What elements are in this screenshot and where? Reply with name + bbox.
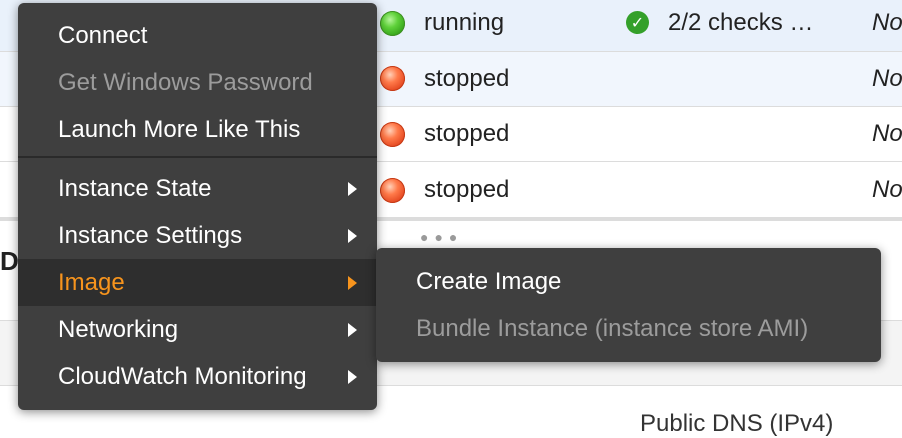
menu-item-label: Image	[58, 269, 125, 296]
monitoring-cell: No	[872, 176, 902, 203]
menu-item-label: Launch More Like This	[58, 116, 301, 143]
monitoring-cell: No	[872, 9, 902, 36]
menu-separator	[18, 156, 377, 158]
menu-item-create-image[interactable]: Create Image	[376, 258, 881, 305]
menu-item-label: Instance Settings	[58, 222, 243, 249]
menu-item-label: Get Windows Password	[58, 69, 313, 96]
instance-state: running	[424, 9, 505, 36]
chevron-right-icon	[348, 182, 357, 196]
menu-item-label: CloudWatch Monitoring	[58, 363, 307, 390]
status-checks: 2/2 checks …	[668, 9, 814, 36]
menu-item-get-windows-password: Get Windows Password	[18, 59, 377, 106]
menu-item-launch-more-like-this[interactable]: Launch More Like This	[18, 106, 377, 153]
context-menu: Connect Get Windows Password Launch More…	[18, 3, 377, 410]
menu-item-instance-settings[interactable]: Instance Settings	[18, 212, 377, 259]
image-submenu: Create Image Bundle Instance (instance s…	[376, 248, 881, 362]
stopped-status-icon	[380, 66, 405, 91]
stopped-status-icon	[380, 178, 405, 203]
check-circle-icon: ✓	[626, 11, 649, 34]
instance-state: stopped	[424, 120, 510, 147]
chevron-right-icon	[348, 323, 357, 337]
monitoring-cell: No	[872, 65, 902, 92]
menu-item-cloudwatch-monitoring[interactable]: CloudWatch Monitoring	[18, 353, 377, 400]
menu-item-image[interactable]: Image	[18, 259, 377, 306]
menu-item-label: Networking	[58, 316, 179, 343]
menu-item-bundle-instance: Bundle Instance (instance store AMI)	[376, 305, 881, 352]
menu-item-label: Bundle Instance (instance store AMI)	[416, 315, 809, 342]
stopped-status-icon	[380, 122, 405, 147]
instance-state: stopped	[424, 176, 510, 203]
running-status-icon	[380, 11, 405, 36]
instance-state: stopped	[424, 65, 510, 92]
menu-item-label: Create Image	[416, 268, 562, 295]
menu-item-label: Connect	[58, 22, 148, 49]
resize-handle-icon[interactable]: ●●●	[420, 229, 463, 245]
menu-item-connect[interactable]: Connect	[18, 12, 377, 59]
chevron-right-icon	[348, 276, 357, 290]
monitoring-cell: No	[872, 120, 902, 147]
menu-item-networking[interactable]: Networking	[18, 306, 377, 353]
public-dns-label: Public DNS (IPv4)	[640, 410, 834, 437]
chevron-right-icon	[348, 229, 357, 243]
menu-item-instance-state[interactable]: Instance State	[18, 165, 377, 212]
details-heading: D	[0, 246, 19, 276]
menu-item-label: Instance State	[58, 175, 212, 202]
chevron-right-icon	[348, 370, 357, 384]
